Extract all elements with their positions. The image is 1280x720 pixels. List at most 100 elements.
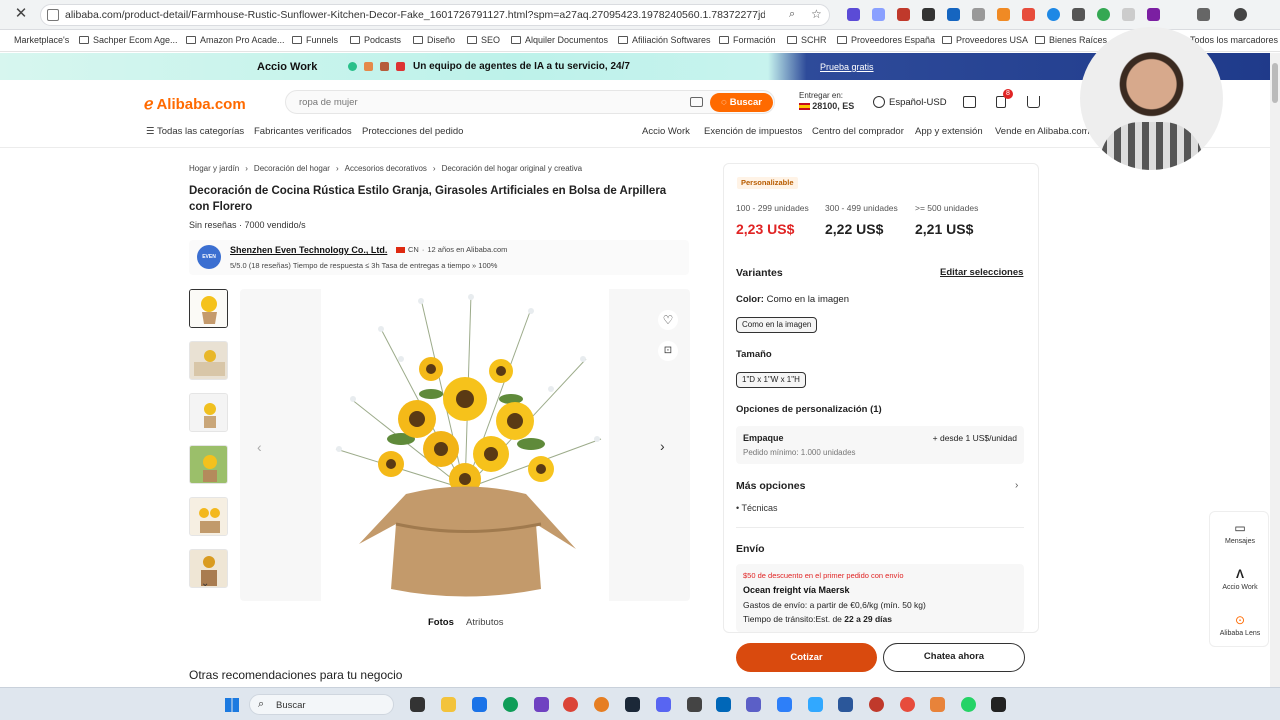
app-icon[interactable] [687, 697, 702, 712]
shipping-option[interactable]: $50 de descuento en el primer pedido con… [736, 564, 1024, 632]
next-image-arrow[interactable]: › [660, 438, 665, 454]
nav-order-protection[interactable]: Protecciones del pedido [362, 126, 463, 137]
bookmark-folder[interactable]: Amazon Pro Acade... [186, 35, 285, 45]
windows-start-icon[interactable] [225, 698, 239, 712]
alibaba-logo[interactable]: ℯ Alibaba.com [144, 94, 246, 114]
bookmark-folder[interactable]: Proveedores España [837, 35, 935, 45]
edit-selections-link[interactable]: Editar selecciones [940, 267, 1023, 278]
breadcrumb-item[interactable]: Decoración del hogar original y creativa [442, 164, 583, 173]
nav-app-extension[interactable]: App y extensión [915, 126, 983, 137]
bookmark-folder[interactable]: Afiliación Softwares [618, 35, 711, 45]
bookmark-item[interactable]: Marketplace's [14, 35, 69, 45]
supplier-name-link[interactable]: Shenzhen Even Technology Co., Ltd. [230, 245, 387, 255]
zoom-icon[interactable]: ⌕ [789, 8, 795, 21]
bookmark-folder[interactable]: Alquiler Documentos [511, 35, 608, 45]
camera-icon[interactable] [690, 97, 703, 107]
app-icon[interactable] [534, 697, 549, 712]
extension-icon[interactable] [1022, 8, 1035, 21]
more-options-heading[interactable]: Más opciones [736, 480, 805, 492]
whatsapp-icon[interactable] [961, 697, 976, 712]
customization-option[interactable]: Empaque Pedido mínimo: 1.000 unidades + … [736, 426, 1024, 464]
app-icon[interactable] [930, 697, 945, 712]
favorite-heart-icon[interactable]: ♡ [658, 310, 678, 330]
product-main-image[interactable] [321, 289, 609, 601]
cart-icon[interactable] [1027, 96, 1040, 108]
gallery-thumbnail[interactable] [189, 497, 228, 536]
page-scrollbar[interactable] [1270, 53, 1280, 687]
extension-icon[interactable] [897, 8, 910, 21]
bookmark-folder[interactable]: Sachper Ecom Age... [79, 35, 178, 45]
supplier-logo[interactable]: EVEN [197, 245, 221, 269]
tab-attributes[interactable]: Atributos [466, 617, 504, 628]
bookmark-folder[interactable]: Diseño [413, 35, 455, 45]
taskbar-search[interactable]: ⌕ Buscar [249, 694, 394, 715]
extension-icon[interactable] [872, 8, 885, 21]
gallery-thumbnail[interactable] [189, 341, 228, 380]
address-bar[interactable]: alibaba.com/product-detail/Farmhouse-Rus… [40, 4, 830, 26]
bookmark-folder[interactable]: Funnels [292, 35, 338, 45]
extension-icon[interactable] [1072, 8, 1085, 21]
app-icon[interactable] [869, 697, 884, 712]
bookmark-folder[interactable]: Formación [719, 35, 776, 45]
app-icon[interactable] [472, 697, 487, 712]
search-input[interactable]: ropa de mujer ◌ Buscar [285, 90, 775, 114]
floating-messages[interactable]: ▭ Mensajes [1210, 521, 1270, 545]
edge-icon[interactable] [503, 697, 518, 712]
file-explorer-icon[interactable] [441, 697, 456, 712]
extension-icon[interactable] [947, 8, 960, 21]
promo-cta-link[interactable]: Prueba gratis [820, 62, 874, 72]
floating-alibaba-lens[interactable]: ⊙ Alibaba Lens [1210, 613, 1270, 637]
nav-all-categories[interactable]: Todas las categorías [157, 126, 244, 137]
bookmark-folder[interactable]: SEO [467, 35, 500, 45]
reviews-sold[interactable]: Sin reseñas · 7000 vendido/s [189, 220, 306, 230]
gallery-thumbnail[interactable] [189, 289, 228, 328]
nav-verified-manufacturers[interactable]: Fabricantes verificados [254, 126, 352, 137]
extension-icon[interactable] [972, 8, 985, 21]
deliver-to-selector[interactable]: Entregar en: 28100, ES [799, 91, 854, 112]
chevron-down-icon[interactable]: ⌄ [201, 578, 209, 589]
app-icon[interactable] [594, 697, 609, 712]
nav-accio-work[interactable]: Accio Work [642, 126, 690, 137]
task-view-icon[interactable] [410, 697, 425, 712]
prev-image-arrow[interactable]: ‹ [257, 439, 262, 455]
quote-button[interactable]: Cotizar [736, 643, 877, 672]
floating-accio-work[interactable]: Λ Accio Work [1210, 567, 1270, 591]
size-option-chip[interactable]: 1"D x 1"W x 1"H [736, 372, 806, 388]
app-icon[interactable] [808, 697, 823, 712]
teams-icon[interactable] [746, 697, 761, 712]
tab-photos[interactable]: Fotos [428, 617, 454, 628]
menu-icon[interactable]: ☰ [146, 126, 155, 137]
gallery-thumbnail[interactable] [189, 445, 228, 484]
bookmark-folder[interactable]: Bienes Raíces [1035, 35, 1107, 45]
nav-sell-on-alibaba[interactable]: Vende en Alibaba.com [995, 126, 1090, 137]
bookmark-star-icon[interactable]: ☆ [811, 7, 822, 21]
breadcrumb-item[interactable]: Decoración del hogar [254, 164, 330, 173]
color-option-chip[interactable]: Como en la imagen [736, 317, 818, 333]
stop-loading-icon[interactable]: ✕ [12, 5, 30, 23]
extensions-puzzle-icon[interactable] [1197, 8, 1210, 21]
app-icon[interactable] [716, 697, 731, 712]
messages-icon[interactable] [963, 96, 976, 108]
bookmark-folder[interactable]: SCHR [787, 35, 827, 45]
extension-icon[interactable] [847, 8, 860, 21]
nav-tax-exemption[interactable]: Exención de impuestos [704, 126, 802, 137]
nav-buyer-center[interactable]: Centro del comprador [812, 126, 904, 137]
app-icon[interactable] [900, 697, 915, 712]
extension-icon[interactable] [1122, 8, 1135, 21]
scrollbar-thumb[interactable] [1272, 63, 1278, 103]
chevron-right-icon[interactable]: › [1015, 480, 1018, 491]
app-icon[interactable] [991, 697, 1006, 712]
site-info-icon[interactable] [47, 9, 59, 21]
all-bookmarks[interactable]: Todos los marcadores [1190, 35, 1278, 45]
google-icon[interactable] [1097, 8, 1110, 21]
app-icon[interactable] [777, 697, 792, 712]
language-selector[interactable]: Español-USD [873, 96, 947, 108]
image-search-icon[interactable]: ⊡ [658, 341, 678, 361]
bookmark-folder[interactable]: Podcasts [350, 35, 401, 45]
chrome-icon[interactable] [563, 697, 578, 712]
gallery-thumbnail[interactable] [189, 393, 228, 432]
search-button[interactable]: ◌ Buscar [710, 93, 773, 112]
bookmark-folder[interactable]: Proveedores USA [942, 35, 1028, 45]
chat-now-button[interactable]: Chatea ahora [883, 643, 1025, 672]
extension-icon[interactable] [922, 8, 935, 21]
